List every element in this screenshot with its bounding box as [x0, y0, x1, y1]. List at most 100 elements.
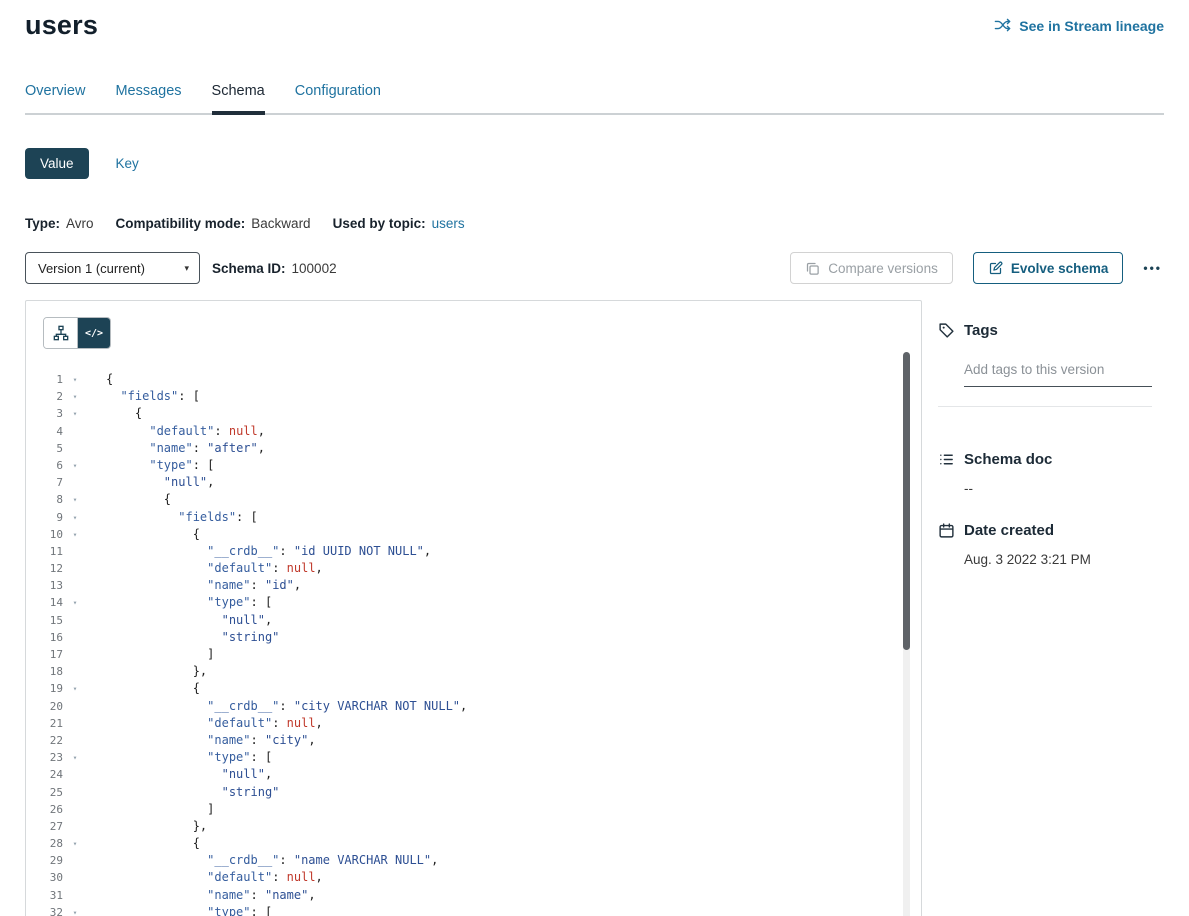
list-icon: [938, 451, 955, 468]
line-number: 18: [26, 663, 63, 680]
date-created-heading: Date created: [938, 522, 1164, 539]
code-line: 20 "__crdb__": "city VARCHAR NOT NULL",: [26, 698, 921, 715]
stream-lineage-link[interactable]: See in Stream lineage: [994, 17, 1164, 34]
code-text: "type": [: [106, 749, 272, 766]
line-number: 15: [26, 612, 63, 629]
code-line: 29 "__crdb__": "name VARCHAR NULL",: [26, 852, 921, 869]
code-line: 10▾ {: [26, 526, 921, 543]
fold-spacer: [63, 784, 87, 801]
code-editor[interactable]: 1▾{2▾ "fields": [3▾ {4 "default": null,5…: [26, 371, 921, 916]
line-number: 8: [26, 491, 63, 508]
fold-arrow-icon[interactable]: ▾: [63, 526, 87, 543]
fold-spacer: [63, 423, 87, 440]
fold-arrow-icon[interactable]: ▾: [63, 680, 87, 697]
line-number: 1: [26, 371, 63, 388]
code-text: ]: [106, 646, 214, 663]
line-number: 5: [26, 440, 63, 457]
line-number: 13: [26, 577, 63, 594]
code-text: "name": "city",: [106, 732, 316, 749]
schema-sidebar: Tags Schema doc --: [938, 300, 1164, 567]
used-by-topic: Used by topic: users: [333, 216, 465, 231]
fold-arrow-icon[interactable]: ▾: [63, 371, 87, 388]
compare-versions-button[interactable]: Compare versions: [790, 252, 953, 284]
code-text: "name": "after",: [106, 440, 265, 457]
key-toggle-button[interactable]: Key: [116, 156, 139, 171]
code-text: "type": [: [106, 904, 272, 916]
fold-spacer: [63, 766, 87, 783]
fold-arrow-icon[interactable]: ▾: [63, 457, 87, 474]
tab-overview[interactable]: Overview: [25, 83, 85, 113]
evolve-schema-button[interactable]: Evolve schema: [973, 252, 1124, 284]
stream-lineage-icon: [994, 17, 1011, 34]
code-line: 13 "name": "id",: [26, 577, 921, 594]
editor-scrollbar[interactable]: [903, 352, 910, 916]
fold-arrow-icon[interactable]: ▾: [63, 491, 87, 508]
fold-arrow-icon[interactable]: ▾: [63, 388, 87, 405]
code-line: 18 },: [26, 663, 921, 680]
code-text: "type": [: [106, 457, 214, 474]
code-line: 3▾ {: [26, 405, 921, 422]
fold-arrow-icon[interactable]: ▾: [63, 405, 87, 422]
code-line: 21 "default": null,: [26, 715, 921, 732]
fold-spacer: [63, 646, 87, 663]
type-label: Type:: [25, 216, 60, 231]
tags-input[interactable]: [964, 360, 1152, 387]
fold-spacer: [63, 629, 87, 646]
code-line: 30 "default": null,: [26, 869, 921, 886]
code-text: "default": null,: [106, 423, 265, 440]
tab-configuration[interactable]: Configuration: [295, 83, 381, 113]
schema-content: </> 1▾{2▾ "fields": [3▾ {4 "default": nu…: [25, 300, 1164, 916]
code-line: 22 "name": "city",: [26, 732, 921, 749]
tree-view-button[interactable]: [44, 318, 77, 348]
fold-arrow-icon[interactable]: ▾: [63, 509, 87, 526]
code-text: "default": null,: [106, 560, 323, 577]
fold-arrow-icon[interactable]: ▾: [63, 594, 87, 611]
line-number: 21: [26, 715, 63, 732]
scrollbar-thumb[interactable]: [903, 352, 910, 650]
tab-messages[interactable]: Messages: [115, 83, 181, 113]
fold-spacer: [63, 852, 87, 869]
schema-id: Schema ID: 100002: [212, 261, 337, 276]
line-number: 27: [26, 818, 63, 835]
code-line: 27 },: [26, 818, 921, 835]
line-number: 24: [26, 766, 63, 783]
page-header: users See in Stream lineage: [25, 0, 1164, 41]
tree-view-icon: [53, 325, 69, 341]
code-line: 12 "default": null,: [26, 560, 921, 577]
line-number: 3: [26, 405, 63, 422]
value-toggle-button[interactable]: Value: [25, 148, 89, 179]
fold-arrow-icon[interactable]: ▾: [63, 904, 87, 916]
fold-spacer: [63, 818, 87, 835]
evolve-schema-label: Evolve schema: [1011, 261, 1109, 276]
tab-schema[interactable]: Schema: [212, 83, 265, 113]
line-number: 6: [26, 457, 63, 474]
date-created-section: Date created Aug. 3 2022 3:21 PM: [938, 522, 1164, 567]
schema-type: Type: Avro: [25, 216, 94, 231]
code-text: "type": [: [106, 594, 272, 611]
compare-icon: [805, 261, 820, 276]
code-text: "__crdb__": "name VARCHAR NULL",: [106, 852, 438, 869]
page-title: users: [25, 10, 98, 41]
code-line: 8▾ {: [26, 491, 921, 508]
fold-spacer: [63, 474, 87, 491]
line-number: 2: [26, 388, 63, 405]
code-text: {: [106, 491, 171, 508]
line-number: 29: [26, 852, 63, 869]
topic-link[interactable]: users: [432, 216, 465, 231]
more-options-button[interactable]: •••: [1141, 257, 1164, 279]
code-line: 14▾ "type": [: [26, 594, 921, 611]
line-number: 25: [26, 784, 63, 801]
fold-arrow-icon[interactable]: ▾: [63, 835, 87, 852]
fold-spacer: [63, 577, 87, 594]
code-text: "name": "name",: [106, 887, 316, 904]
date-created-value: Aug. 3 2022 3:21 PM: [964, 552, 1164, 567]
fold-arrow-icon[interactable]: ▾: [63, 749, 87, 766]
code-line: 19▾ {: [26, 680, 921, 697]
calendar-icon: [938, 522, 955, 539]
line-number: 20: [26, 698, 63, 715]
code-view-button[interactable]: </>: [77, 318, 110, 348]
version-select[interactable]: Version 1 (current) ▾: [25, 252, 200, 284]
value-key-toggle: Value Key: [25, 148, 1164, 179]
code-line: 28▾ {: [26, 835, 921, 852]
schema-doc-heading: Schema doc: [938, 451, 1164, 468]
